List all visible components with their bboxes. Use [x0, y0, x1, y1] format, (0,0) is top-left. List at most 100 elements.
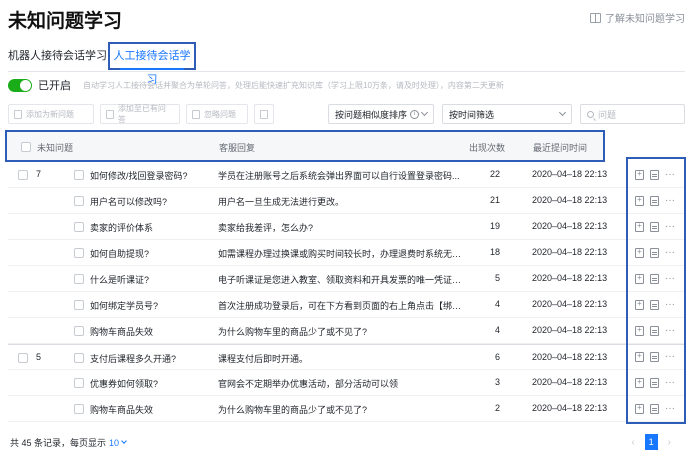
add-question-icon[interactable]: [635, 403, 644, 414]
add-to-existing-icon[interactable]: [650, 248, 659, 258]
add-to-existing-icon[interactable]: [650, 170, 659, 180]
answer-text: 课程支付后即时开通。: [218, 354, 309, 364]
add-question-icon[interactable]: [635, 169, 644, 180]
tab-human-session[interactable]: 人工接待会话学习: [108, 42, 196, 86]
help-link[interactable]: 了解未知问题学习: [590, 10, 685, 25]
add-question-icon[interactable]: [635, 273, 644, 284]
add-question-icon[interactable]: [635, 377, 644, 388]
page-number-current[interactable]: 1: [644, 434, 658, 450]
more-icon[interactable]: ···: [665, 404, 675, 414]
add-to-existing-icon[interactable]: [650, 404, 659, 414]
count-value: 6: [494, 352, 500, 362]
add-question-icon[interactable]: [635, 195, 644, 206]
page-title: 未知问题学习: [8, 11, 123, 32]
row-actions: ···: [628, 266, 684, 292]
add-question-icon[interactable]: [635, 221, 644, 232]
group-checkbox[interactable]: [18, 353, 28, 363]
row-checkbox[interactable]: [74, 353, 84, 363]
row-actions: ···: [628, 396, 684, 422]
add-question-icon[interactable]: [635, 247, 644, 258]
add-to-existing-icon[interactable]: [650, 222, 659, 232]
total-records-text: 共 45 条记录，每页显示: [10, 438, 107, 448]
add-to-existing-icon[interactable]: [650, 326, 659, 336]
pagination: ‹ 1 ›: [631, 434, 671, 450]
toggle-label: 已开启: [38, 80, 71, 92]
group-checkbox[interactable]: [18, 170, 28, 180]
count-value: 4: [494, 325, 500, 335]
add-new-question-button[interactable]: 添加为新问题: [8, 104, 94, 124]
row-checkbox[interactable]: [74, 274, 84, 284]
header-count[interactable]: 出现次数: [469, 141, 505, 154]
table-row: 优惠券如何领取? 官网会不定期举办优惠活动，部分活动可以领 3 2020–04–…: [8, 370, 685, 396]
count-value: 5: [494, 273, 500, 283]
more-icon[interactable]: ···: [665, 170, 675, 180]
count-value: 4: [494, 299, 500, 309]
row-actions: ···: [628, 292, 684, 318]
add-to-existing-icon[interactable]: [650, 352, 659, 362]
more-icon[interactable]: ···: [665, 248, 675, 258]
add-question-icon[interactable]: [635, 351, 644, 362]
row-checkbox[interactable]: [74, 404, 84, 414]
row-actions: ···: [628, 214, 684, 240]
row-checkbox[interactable]: [74, 326, 84, 336]
row-checkbox[interactable]: [74, 248, 84, 258]
header-time[interactable]: 最近提问时间: [533, 141, 587, 154]
question-text: 购物车商品失效: [90, 405, 154, 415]
select-all-checkbox[interactable]: [21, 142, 31, 152]
table-row: 购物车商品失效 为什么购物车里的商品少了或不见了? 2 2020–04–18 2…: [8, 396, 685, 422]
trash-icon: [260, 109, 268, 119]
question-text: 用户名可以修改吗?: [90, 197, 168, 207]
chevron-down-icon: [121, 438, 127, 444]
more-icon[interactable]: ···: [665, 352, 675, 362]
question-text: 如何自助提现?: [90, 249, 150, 259]
row-checkbox[interactable]: [74, 300, 84, 310]
learning-toggle[interactable]: [8, 78, 32, 92]
question-text: 什么是听课证?: [90, 275, 150, 285]
more-icon[interactable]: ···: [665, 274, 675, 284]
row-actions: ···: [628, 240, 684, 266]
time-filter-select[interactable]: 按时间筛选: [442, 104, 572, 124]
time-value: 2020–04–18 22:13: [532, 377, 608, 387]
row-checkbox[interactable]: [74, 196, 84, 206]
page-size-select[interactable]: 10: [109, 438, 119, 448]
answer-text: 学员在注册账号之后系统会弹出界面可以自行设置登录密码...: [218, 171, 460, 181]
count-value: 22: [489, 169, 500, 179]
group-count: 5: [36, 352, 42, 362]
row-actions: ···: [628, 370, 684, 396]
add-question-icon[interactable]: [635, 299, 644, 310]
ignore-icon: [192, 109, 200, 119]
row-checkbox[interactable]: [74, 170, 84, 180]
add-existing-button[interactable]: 添加至已有问答: [100, 104, 180, 124]
row-checkbox[interactable]: [74, 222, 84, 232]
more-icon[interactable]: ···: [665, 196, 675, 206]
time-value: 2020–04–18 22:13: [532, 221, 608, 231]
header-answer: 客服回复: [219, 143, 256, 153]
tab-robot-session[interactable]: 机器人接待会话学习: [8, 44, 107, 72]
time-value: 2020–04–18 22:13: [532, 247, 608, 257]
more-icon[interactable]: ···: [665, 378, 675, 388]
add-to-existing-icon[interactable]: [650, 196, 659, 206]
add-to-existing-icon[interactable]: [650, 300, 659, 310]
more-icon[interactable]: ···: [665, 326, 675, 336]
question-text: 如何绑定学员号?: [90, 301, 159, 311]
add-to-existing-icon[interactable]: [650, 274, 659, 284]
more-icon[interactable]: ···: [665, 300, 675, 310]
table-row: 7 如何修改/找回登录密码? 学员在注册账号之后系统会弹出界面可以自行设置登录密…: [8, 162, 685, 188]
add-to-existing-icon[interactable]: [650, 378, 659, 388]
row-checkbox[interactable]: [74, 378, 84, 388]
next-page-icon[interactable]: ›: [668, 437, 671, 448]
row-actions: ···: [628, 318, 684, 344]
table-row: 如何绑定学员号? 首次注册成功登录后，可在下方看到页面的右上角点击【绑定学员号】…: [8, 292, 685, 318]
more-icon[interactable]: ···: [665, 222, 675, 232]
prev-page-icon[interactable]: ‹: [631, 437, 634, 448]
ignore-button[interactable]: 忽略问题: [186, 104, 248, 124]
search-input[interactable]: 问题: [580, 104, 685, 124]
chevron-down-icon: [420, 108, 429, 117]
count-value: 19: [489, 221, 500, 231]
sort-select[interactable]: 按问题相似度排序 i: [328, 104, 434, 124]
info-icon: i: [410, 109, 419, 119]
row-actions-column: ··· ··· ··· ··· ··· ··· ··· ··· ··· ···: [626, 157, 686, 424]
add-question-icon[interactable]: [635, 325, 644, 336]
delete-button[interactable]: [254, 104, 274, 124]
time-value: 2020–04–18 22:13: [532, 273, 608, 283]
